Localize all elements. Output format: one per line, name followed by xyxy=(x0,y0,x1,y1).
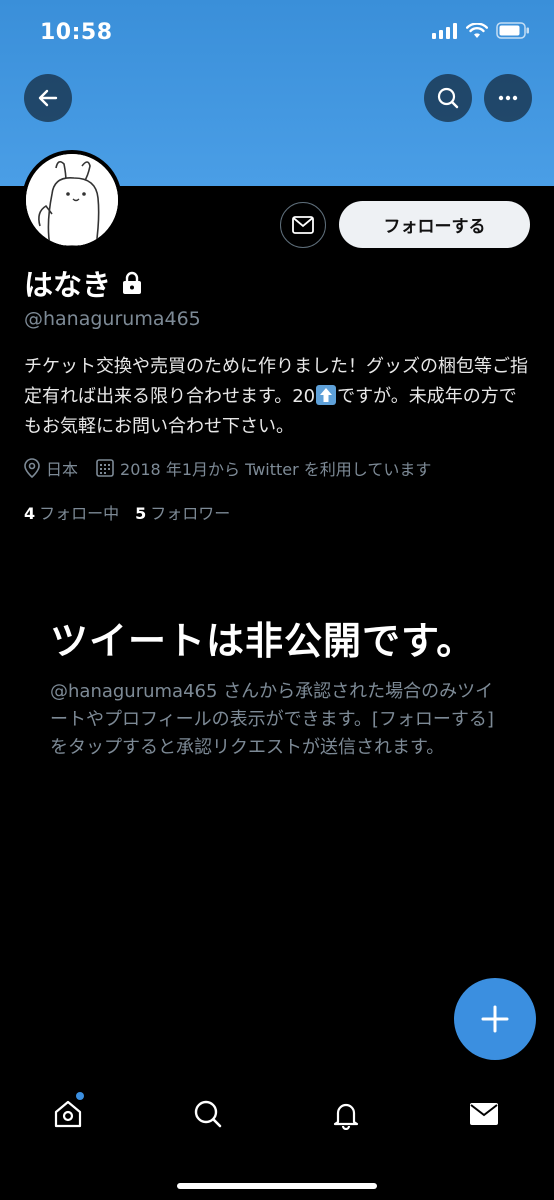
tab-messages[interactable] xyxy=(464,1094,504,1134)
following-count: 4 xyxy=(24,504,36,523)
avatar[interactable] xyxy=(22,150,122,250)
bell-icon xyxy=(333,1103,359,1130)
tab-search[interactable] xyxy=(188,1094,228,1134)
compose-tweet-button[interactable] xyxy=(454,978,536,1060)
follow-stats: 4 フォロー中 5 フォロワー xyxy=(24,500,246,524)
private-notice-description: @hanaguruma465 さんから承認された場合のみツイートやプロフィールの… xyxy=(50,681,494,758)
followers-label: フォロワー xyxy=(150,504,231,523)
new-content-dot xyxy=(76,1092,84,1100)
back-button[interactable] xyxy=(24,74,72,122)
more-button[interactable] xyxy=(484,74,532,122)
back-arrow-icon xyxy=(38,89,58,107)
joined-date: 2018 年1月から Twitter を利用しています xyxy=(96,456,431,480)
more-icon xyxy=(498,95,518,101)
tab-notifications[interactable] xyxy=(326,1094,366,1134)
tab-home[interactable] xyxy=(48,1092,88,1134)
follow-button[interactable]: フォローする xyxy=(339,201,530,248)
search-tab-icon xyxy=(194,1100,222,1128)
status-bar: 10:58 xyxy=(0,0,554,66)
private-notice-title: ツイートは非公開です。 xyxy=(50,619,476,663)
followers-count: 5 xyxy=(135,504,147,523)
profile-handle: @hanaguruma465 xyxy=(24,308,201,330)
location: 日本 xyxy=(24,456,78,480)
signal-icon xyxy=(432,22,457,39)
up-arrow-emoji-icon xyxy=(316,385,337,405)
search-button[interactable] xyxy=(424,74,472,122)
avatar-image xyxy=(26,154,118,246)
profile-name: はなき xyxy=(24,268,112,302)
wifi-icon xyxy=(466,22,488,38)
home-icon xyxy=(54,1100,82,1128)
mail-icon xyxy=(292,216,314,234)
lock-icon xyxy=(123,271,142,294)
messages-icon xyxy=(470,1103,498,1125)
plus-icon xyxy=(481,1005,509,1033)
followers-link[interactable]: 5 フォロワー xyxy=(135,500,230,524)
home-indicator xyxy=(177,1183,377,1189)
search-icon xyxy=(437,87,459,109)
joined-text: 2018 年1月から Twitter を利用しています xyxy=(120,460,432,479)
following-link[interactable]: 4 フォロー中 xyxy=(24,500,119,524)
calendar-icon xyxy=(96,459,114,477)
message-button[interactable] xyxy=(280,202,326,248)
status-time: 10:58 xyxy=(40,20,113,45)
following-label: フォロー中 xyxy=(39,504,120,523)
profile-meta: 日本 2018 年1月から Twitter を利用しています xyxy=(24,456,449,480)
status-icons xyxy=(432,22,530,39)
battery-icon xyxy=(496,22,529,39)
location-text: 日本 xyxy=(46,460,79,479)
profile-name-row: はなき xyxy=(24,262,143,304)
tab-bar xyxy=(0,1080,554,1150)
profile-bio: チケット交換や売買のために作りました！グッズの梱包等ご指定有れば出来る限り合わせ… xyxy=(24,352,530,442)
location-pin-icon xyxy=(24,458,40,478)
